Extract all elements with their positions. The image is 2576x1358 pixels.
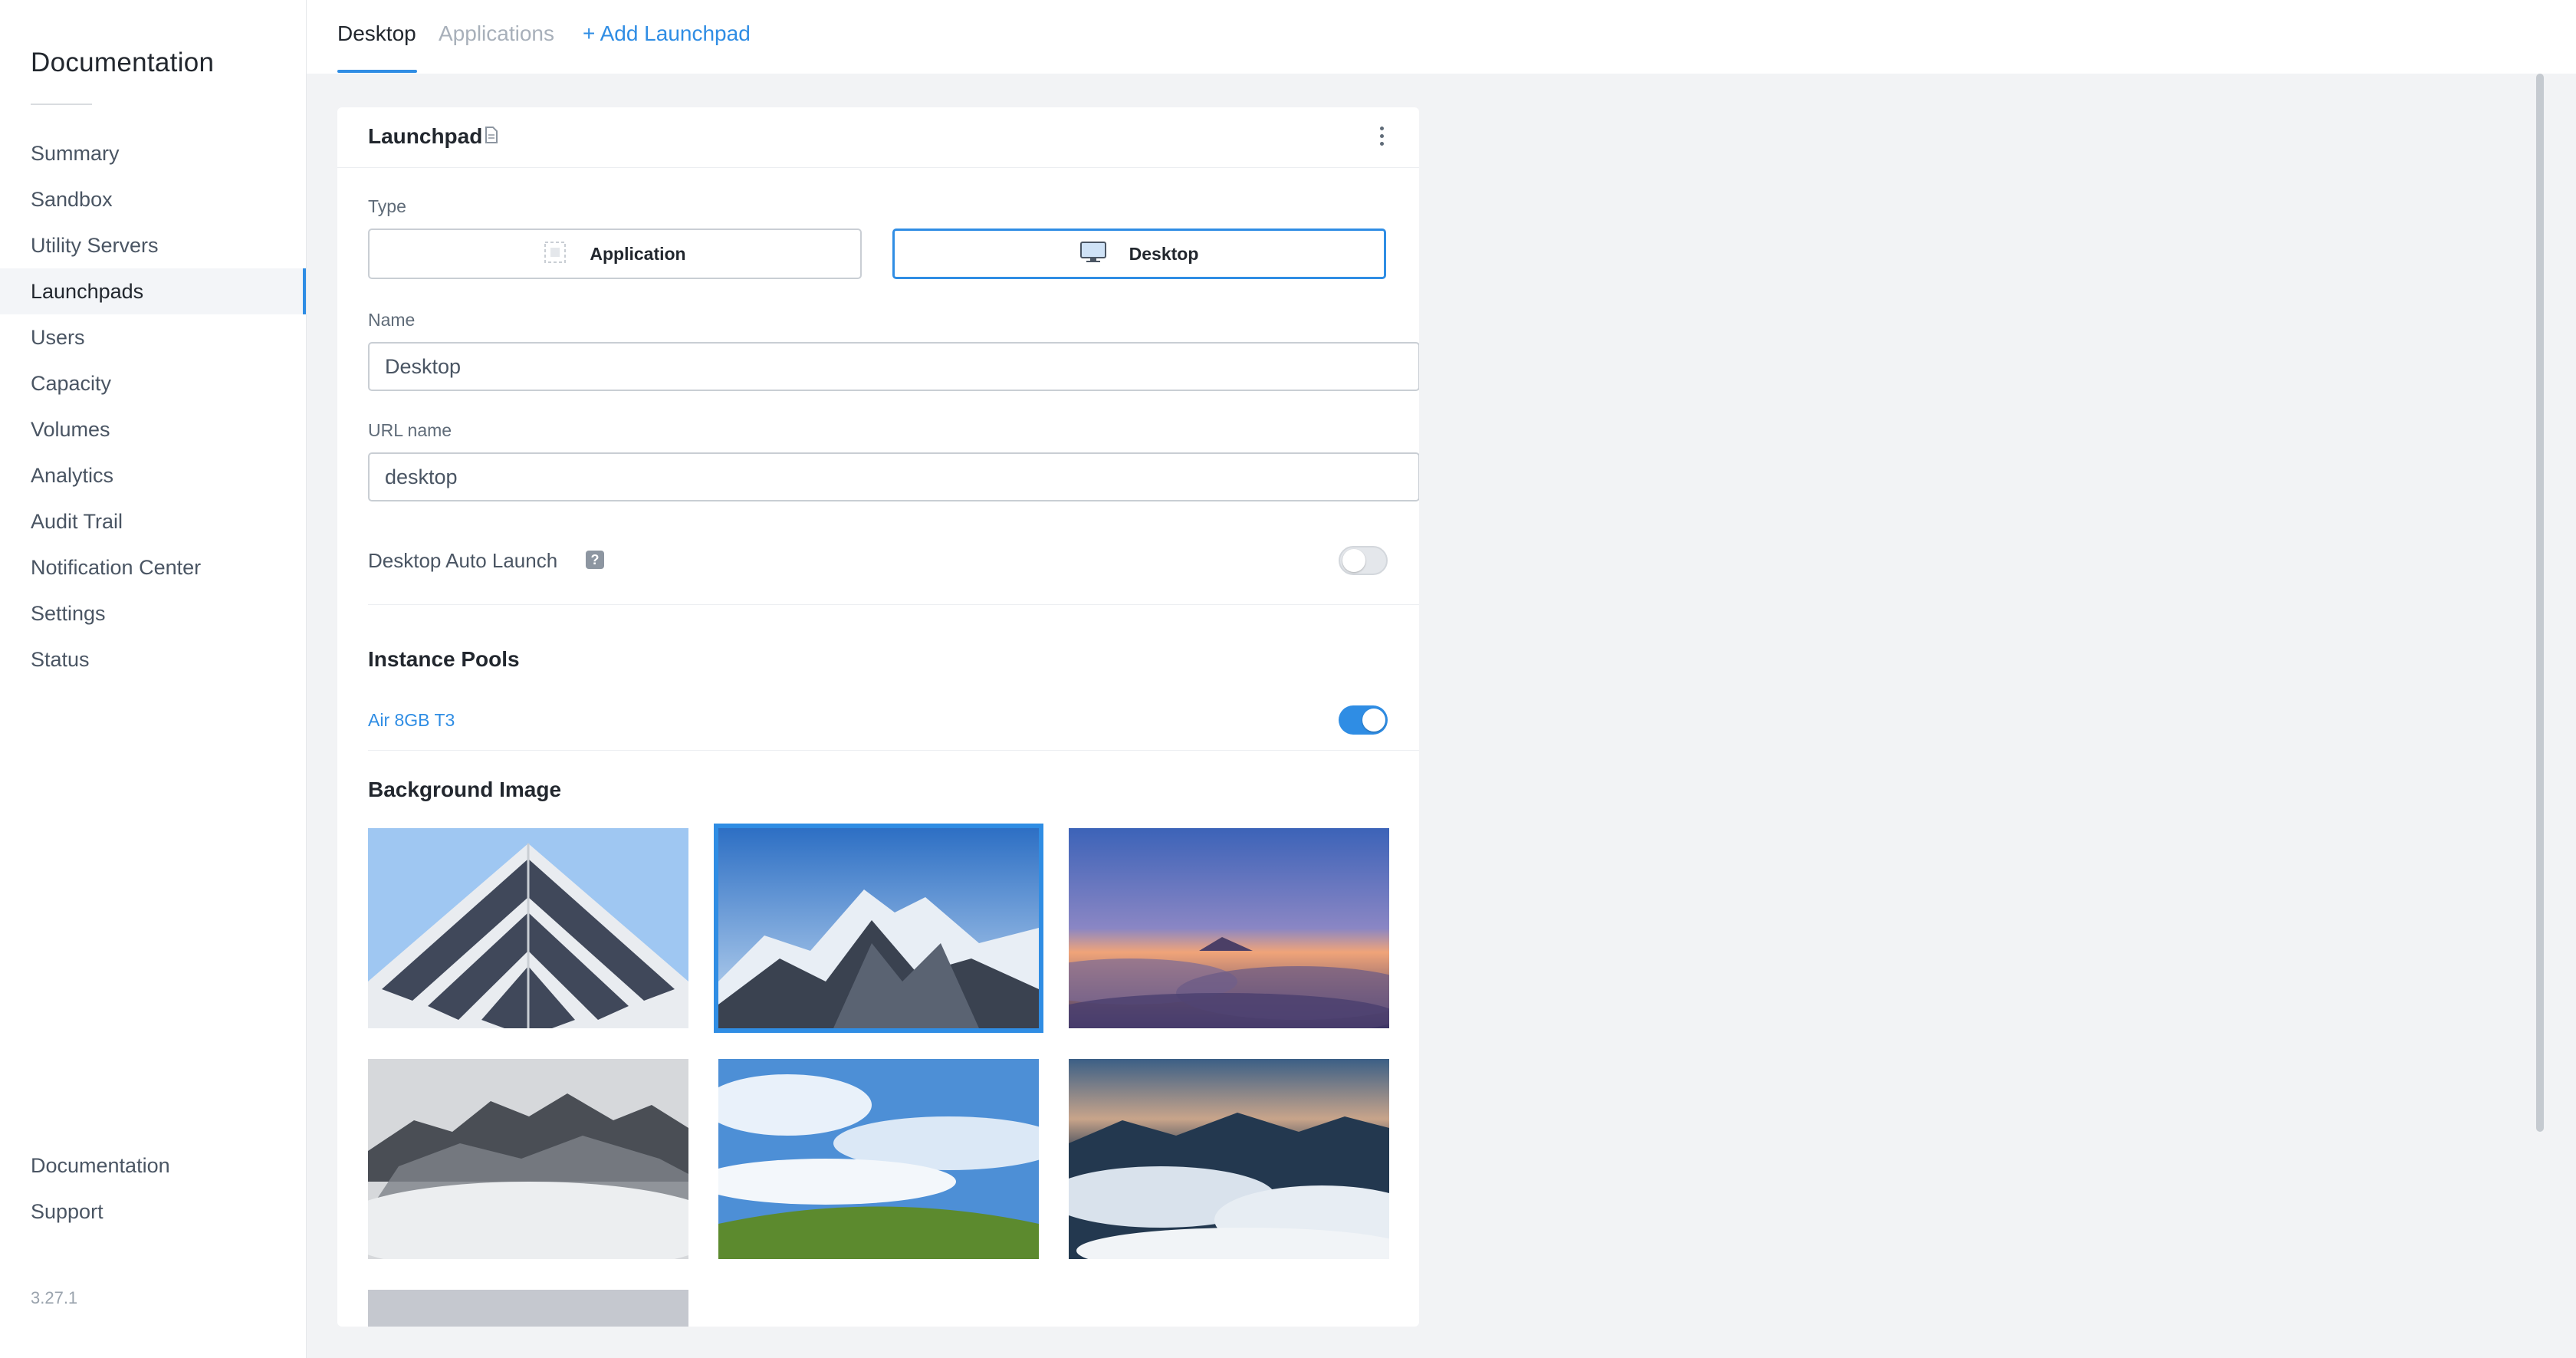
sidebar-item-sandbox[interactable]: Sandbox xyxy=(0,176,306,222)
desktop-auto-launch-toggle[interactable] xyxy=(1339,546,1388,575)
active-tab-indicator xyxy=(337,70,417,73)
version-label: 3.27.1 xyxy=(31,1288,78,1307)
sidebar-item-status[interactable]: Status xyxy=(0,636,306,682)
launchpad-card: Launchpad Type Application Desktop Name … xyxy=(337,107,1419,1327)
toggle-knob xyxy=(1362,709,1385,732)
instance-pool-air-8gb-t3[interactable]: Air 8GB T3 xyxy=(368,710,455,731)
card-title: Launchpad xyxy=(368,124,483,148)
background-image-title: Background Image xyxy=(368,778,562,801)
sidebar-item-audit-trail[interactable]: Audit Trail xyxy=(0,498,306,544)
sidebar-item-volumes[interactable]: Volumes xyxy=(0,406,306,452)
card-header: Launchpad xyxy=(337,107,1419,168)
sidebar-item-notification-center[interactable]: Notification Center xyxy=(0,544,306,590)
name-input[interactable] xyxy=(368,342,1419,391)
application-icon xyxy=(544,241,567,268)
background-thumb-cloud-sea[interactable] xyxy=(1069,1059,1389,1259)
sidebar-item-documentation[interactable]: Documentation xyxy=(0,1143,306,1189)
type-option-desktop-label: Desktop xyxy=(1129,243,1199,264)
name-label: Name xyxy=(368,310,416,330)
sidebar-item-users[interactable]: Users xyxy=(0,314,306,360)
sidebar-item-summary[interactable]: Summary xyxy=(0,130,306,176)
help-icon[interactable]: ? xyxy=(586,551,604,569)
background-thumb-placeholder[interactable] xyxy=(368,1290,688,1327)
url-name-input[interactable] xyxy=(368,452,1419,501)
type-label: Type xyxy=(368,196,406,216)
brand-divider xyxy=(31,104,92,105)
sidebar-footer-nav: Documentation Support xyxy=(0,1143,306,1235)
brand-title: Documentation xyxy=(31,48,215,77)
document-icon[interactable] xyxy=(485,127,498,147)
tab-bar: Desktop Applications + Add Launchpad xyxy=(307,0,2576,74)
section-divider xyxy=(368,604,1419,605)
sidebar-nav: Summary Sandbox Utility Servers Launchpa… xyxy=(0,130,306,682)
type-option-application-label: Application xyxy=(590,243,686,264)
type-option-application[interactable]: Application xyxy=(368,229,862,279)
tab-applications[interactable]: Applications xyxy=(439,21,554,46)
instance-pool-toggle[interactable] xyxy=(1339,705,1388,735)
scrollbar-thumb[interactable] xyxy=(2536,74,2544,1132)
sidebar-item-utility-servers[interactable]: Utility Servers xyxy=(0,222,306,268)
sidebar-item-analytics[interactable]: Analytics xyxy=(0,452,306,498)
type-option-desktop[interactable]: Desktop xyxy=(892,229,1386,279)
toggle-knob xyxy=(1342,549,1365,572)
sidebar: Documentation Summary Sandbox Utility Se… xyxy=(0,0,307,1358)
monitor-icon xyxy=(1079,241,1106,268)
background-thumb-building[interactable] xyxy=(368,828,688,1028)
background-thumb-green-hill[interactable] xyxy=(718,1059,1039,1259)
background-thumb-snowy-mountains[interactable] xyxy=(714,824,1043,1033)
tab-desktop[interactable]: Desktop xyxy=(337,21,416,46)
add-launchpad-link[interactable]: + Add Launchpad xyxy=(583,21,751,46)
sidebar-item-settings[interactable]: Settings xyxy=(0,590,306,636)
background-thumb-misty-mountains[interactable] xyxy=(368,1059,688,1259)
desktop-auto-launch-label: Desktop Auto Launch xyxy=(368,549,558,572)
kebab-menu-icon[interactable] xyxy=(1374,123,1389,153)
sidebar-item-launchpads[interactable]: Launchpads xyxy=(0,268,306,314)
background-thumb-sunset-clouds[interactable] xyxy=(1069,828,1389,1028)
sidebar-item-support[interactable]: Support xyxy=(0,1189,306,1235)
section-divider xyxy=(368,750,1419,751)
sidebar-item-capacity[interactable]: Capacity xyxy=(0,360,306,406)
instance-pools-title: Instance Pools xyxy=(368,647,520,671)
url-name-label: URL name xyxy=(368,420,452,440)
